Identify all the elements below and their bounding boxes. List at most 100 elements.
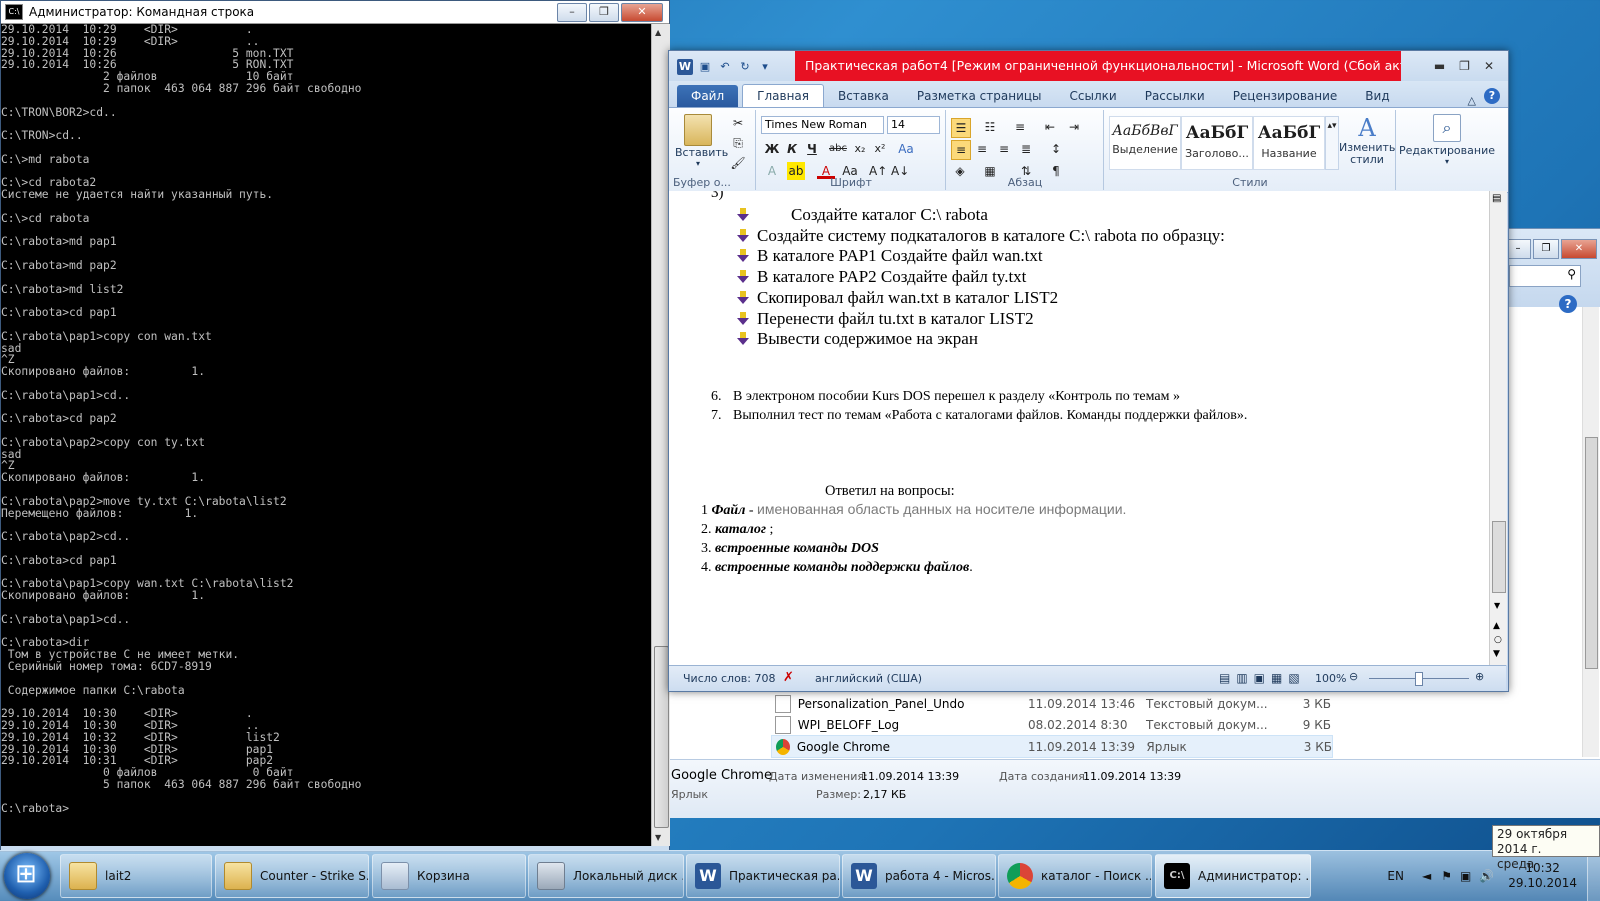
taskbar-item[interactable]: Wработа 4 - Micros... [842, 854, 996, 898]
explorer-maximize-button[interactable]: ❐ [1533, 239, 1559, 259]
explorer-scroll-thumb[interactable] [1585, 437, 1598, 669]
bullets-button[interactable]: ☰ [951, 118, 971, 138]
action-center-icon[interactable]: ⚑ [1441, 869, 1452, 883]
taskbar-item[interactable]: C:\ Администратор: ... [1155, 854, 1311, 898]
ribbon-tab[interactable]: Вид [1351, 85, 1403, 107]
cmd-minimize-button[interactable]: – [557, 3, 587, 22]
superscript-button[interactable]: x² [871, 140, 889, 158]
language-indicator[interactable]: EN [1387, 869, 1404, 883]
style-title[interactable]: АаБбГ Название [1253, 116, 1325, 170]
taskbar-item[interactable]: Корзина [372, 854, 526, 898]
word-count[interactable]: Число слов: 708 [683, 672, 776, 685]
file-row[interactable]: Personalization_Panel_Undo 11.09.2014 13:… [771, 693, 1331, 714]
copy-icon[interactable]: ⎘ [729, 134, 747, 152]
scroll-down-arrow-icon[interactable]: ▼ [1494, 601, 1500, 610]
zoom-slider[interactable] [1369, 672, 1469, 686]
justify-button[interactable]: ≣ [1017, 140, 1035, 158]
ribbon-tab[interactable]: Разметка страницы [903, 85, 1056, 107]
language-status[interactable]: английский (США) [815, 672, 922, 685]
align-center-button[interactable]: ≡ [973, 140, 991, 158]
taskbar-item[interactable]: lait2 [60, 854, 212, 898]
save-icon[interactable]: ▣ [697, 59, 713, 75]
cmd-scroll-thumb[interactable] [654, 646, 669, 828]
explorer-scrollbar[interactable] [1582, 307, 1599, 757]
word-status-bar: Число слов: 708 ✗ английский (США) ▤▥▣▦▧… [669, 665, 1506, 691]
cut-icon[interactable]: ✂ [729, 114, 747, 132]
numbering-button[interactable]: ☷ [981, 118, 999, 136]
explorer-search-input[interactable]: ⚲ [1509, 265, 1581, 287]
ruler-toggle-icon[interactable]: ▤ [1492, 193, 1501, 204]
browse-object-icon[interactable]: ○ [1494, 635, 1502, 645]
align-right-button[interactable]: ≡ [995, 140, 1013, 158]
view-buttons[interactable]: ▤▥▣▦▧ [1219, 671, 1306, 685]
tab-file[interactable]: Файл [677, 85, 739, 107]
word-scroll-thumb[interactable] [1492, 521, 1506, 593]
zoom-in-icon[interactable]: ⊕ [1475, 670, 1484, 683]
word-window[interactable]: W ▣ ↶ ↻ ▾ Практическая работ4 [Режим огр… [668, 50, 1509, 692]
prev-page-icon[interactable]: ▲ [1493, 621, 1500, 631]
taskbar-item[interactable]: каталог - Поиск ... [998, 854, 1152, 898]
word-close-button[interactable]: ✕ [1484, 59, 1494, 73]
ribbon-tab[interactable]: Ссылки [1056, 85, 1131, 107]
strikethrough-button[interactable]: abc [829, 140, 847, 158]
word-maximize-button[interactable]: ❐ [1459, 59, 1470, 73]
ribbon-tab[interactable]: Рассылки [1131, 85, 1219, 107]
decrease-indent-icon[interactable]: ⇤ [1041, 118, 1059, 136]
taskbar-item[interactable]: Counter - Strike S... [215, 854, 369, 898]
word-help-icon[interactable]: ? [1484, 88, 1500, 104]
taskbar-item[interactable]: W Практическая ра... [686, 854, 840, 898]
start-button[interactable] [4, 853, 50, 899]
change-case-icon[interactable]: Aa [897, 140, 915, 158]
file-row[interactable]: Google Chrome 11.09.2014 13:39 Ярлык 3 КБ [771, 735, 1333, 758]
redo-icon[interactable]: ↻ [737, 59, 753, 75]
ribbon-collapse-icon[interactable]: △ [1468, 94, 1476, 107]
help-icon[interactable]: ? [1559, 295, 1577, 313]
cmd-titlebar[interactable]: C:\ Администратор: Командная строка – ❐ … [1, 1, 669, 24]
word-logo-icon[interactable]: W [677, 59, 693, 75]
editing-button[interactable]: ⌕ Редактирование ▾ [1397, 114, 1497, 166]
taskbar-item[interactable]: Локальный диск ... [528, 854, 684, 898]
word-titlebar[interactable]: W ▣ ↶ ↻ ▾ Практическая работ4 [Режим огр… [669, 51, 1508, 81]
volume-icon[interactable]: 🔊 [1479, 869, 1494, 883]
ribbon-tab[interactable]: Рецензирование [1219, 85, 1352, 107]
multilevel-list-icon[interactable]: ≡ [1011, 118, 1029, 136]
line-spacing-icon[interactable]: ↕ [1047, 140, 1065, 158]
cmd-console-output[interactable]: 29.10.2014 10:29 <DIR> . 29.10.2014 10:29… [1, 24, 651, 846]
explorer-close-button[interactable]: ✕ [1561, 239, 1597, 259]
qat-customize-icon[interactable]: ▾ [757, 59, 773, 75]
ribbon-tab[interactable]: Вставка [824, 85, 903, 107]
bold-button[interactable]: Ж [763, 140, 781, 158]
change-styles-button[interactable]: A Изменить стили [1339, 114, 1395, 166]
subscript-button[interactable]: x₂ [851, 140, 869, 158]
file-row[interactable]: WPI_BELOFF_Log 08.02.2014 8:30 Текстовый д… [771, 714, 1331, 735]
align-left-button[interactable]: ≡ [951, 140, 971, 160]
network-icon[interactable]: ▣ [1460, 869, 1471, 883]
cmd-window[interactable]: C:\ Администратор: Командная строка – ❐ … [0, 0, 670, 852]
undo-icon[interactable]: ↶ [717, 59, 733, 75]
ribbon-tab[interactable]: Главная [742, 84, 824, 107]
format-painter-icon[interactable]: 🖌 [729, 154, 747, 172]
italic-button[interactable]: К [783, 140, 801, 158]
underline-button[interactable]: Ч [803, 140, 821, 158]
style-heading[interactable]: АаБбГ Заголово... [1181, 116, 1253, 170]
word-vertical-scrollbar[interactable]: ▤ ▼ ▲ ○ ▼ [1489, 191, 1507, 665]
scroll-up-arrow-icon[interactable]: ▲ [655, 28, 661, 37]
next-page-icon[interactable]: ▼ [1493, 649, 1500, 659]
proofing-icon[interactable]: ✗ [783, 670, 794, 685]
document-area[interactable]: 3) Создайте каталог C:\ rabota Создайте с… [669, 191, 1489, 665]
styles-more-icon[interactable]: ▴▾ [1325, 116, 1339, 170]
style-emphasis[interactable]: АаБбВвГ Выделение [1109, 116, 1181, 170]
font-name-select[interactable]: Times New Roman [761, 116, 884, 134]
paste-button[interactable]: Вставить ▾ [675, 114, 728, 168]
zoom-slider-thumb[interactable] [1415, 672, 1423, 686]
cmd-maximize-button[interactable]: ❐ [589, 3, 619, 22]
font-size-select[interactable]: 14 [887, 116, 940, 134]
folder-icon [224, 862, 252, 890]
tray-arrow-icon[interactable]: ◄ [1422, 869, 1431, 883]
zoom-level[interactable]: 100% [1315, 672, 1346, 685]
cmd-close-button[interactable]: ✕ [621, 3, 663, 22]
zoom-out-icon[interactable]: ⊖ [1349, 670, 1358, 683]
scroll-down-arrow-icon[interactable]: ▼ [655, 833, 661, 842]
word-minimize-button[interactable]: ▬ [1434, 59, 1445, 73]
increase-indent-icon[interactable]: ⇥ [1065, 118, 1083, 136]
